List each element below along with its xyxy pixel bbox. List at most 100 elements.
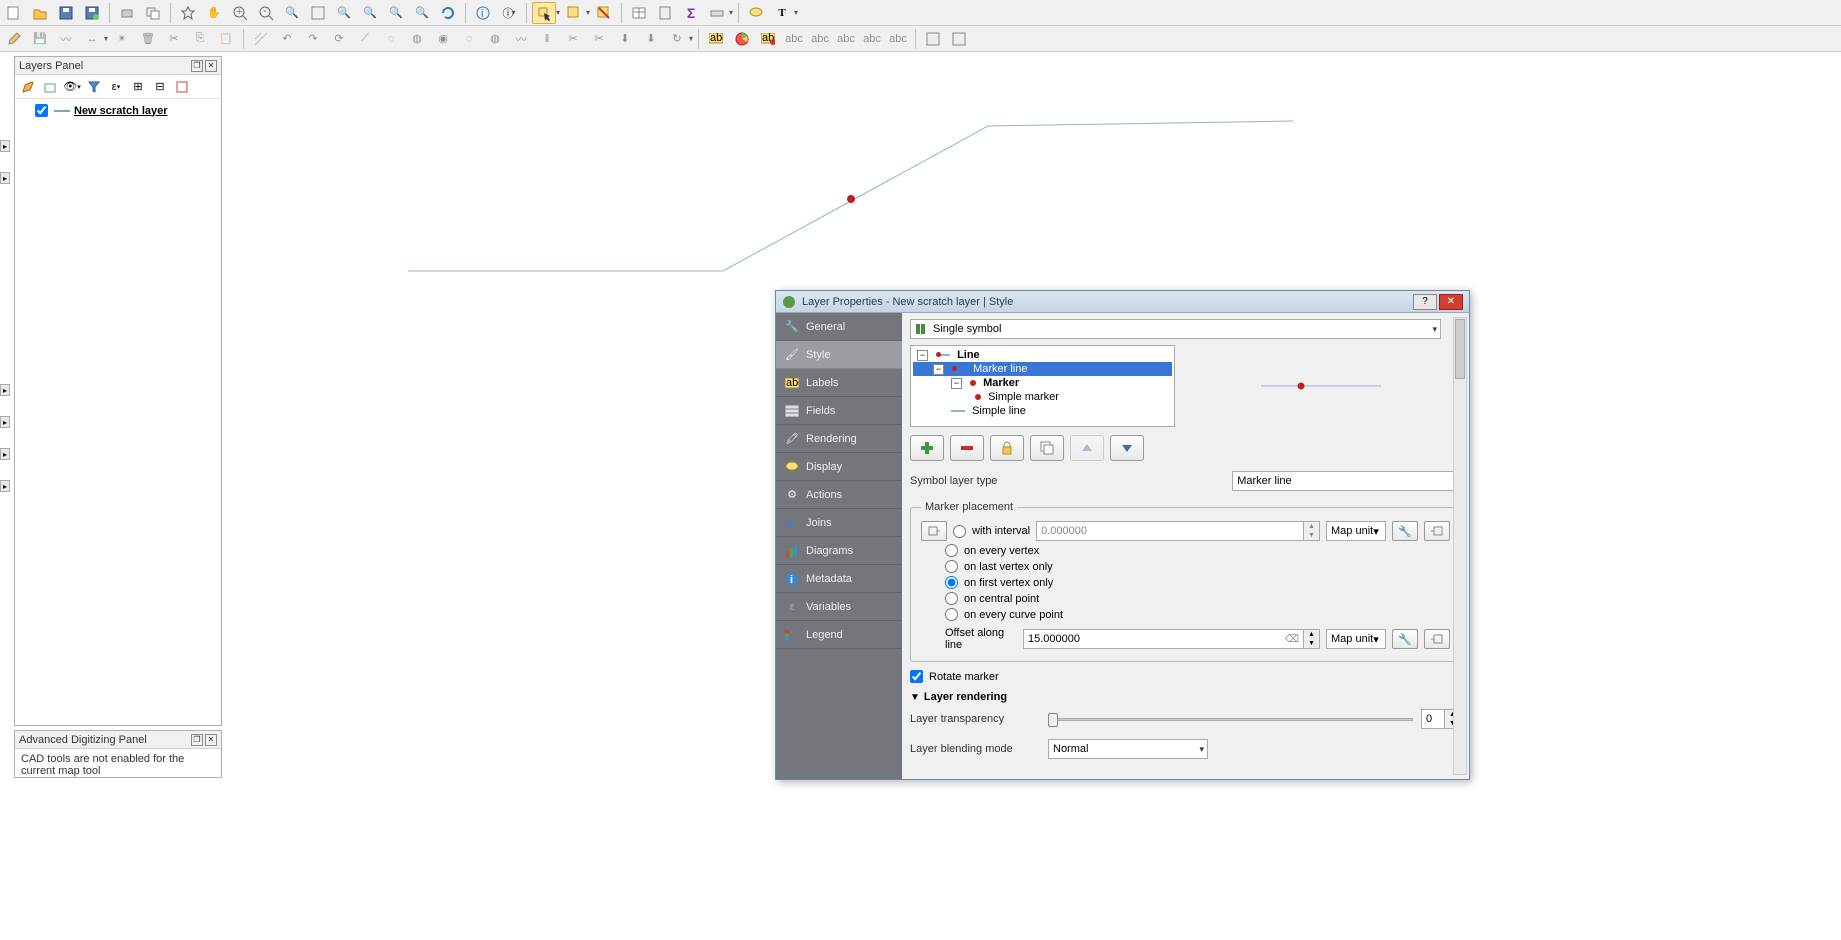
edge-tab[interactable]: ▸	[0, 172, 10, 184]
del-ring-icon[interactable]: ◌	[457, 28, 481, 50]
rotate-icon[interactable]: ⟳	[327, 28, 351, 50]
remove-symbol-layer-button[interactable]	[950, 435, 984, 461]
redo-icon[interactable]: ↷	[301, 28, 325, 50]
simplify-icon[interactable]: ⟋	[353, 28, 377, 50]
renderer-combo[interactable]: Single symbol ▾	[910, 319, 1441, 339]
nav-metadata[interactable]: iMetadata	[776, 565, 902, 593]
select-dd[interactable]: ▾	[556, 8, 560, 17]
merge-attr-icon[interactable]: ⬇	[639, 28, 663, 50]
measure-icon[interactable]	[705, 2, 729, 24]
zoom-out-icon[interactable]: -	[254, 2, 278, 24]
composer-manager-icon[interactable]	[141, 2, 165, 24]
tree-line[interactable]: − Line	[913, 348, 1172, 362]
radio-first-vertex[interactable]	[945, 576, 958, 589]
field-calc-icon[interactable]	[653, 2, 677, 24]
offset-input[interactable]: 15.000000 ▲▼ ⌫	[1023, 629, 1320, 649]
close-icon[interactable]: ✕	[205, 734, 217, 746]
data-defined-btn-right[interactable]	[1424, 521, 1450, 541]
edge-tab[interactable]: ▸	[0, 480, 10, 492]
radio-every-curve[interactable]	[945, 608, 958, 621]
edge-tab[interactable]: ▸	[0, 416, 10, 428]
collapse-icon[interactable]: ⊟	[151, 78, 169, 96]
nav-diagrams[interactable]: Diagrams	[776, 537, 902, 565]
pan-selection-icon[interactable]: ✋	[202, 2, 226, 24]
help-icon[interactable]: ?	[1413, 294, 1437, 310]
clear-icon[interactable]: ⌫	[1285, 634, 1299, 645]
move-down-button[interactable]	[1110, 435, 1144, 461]
split-parts-icon[interactable]: ✂	[587, 28, 611, 50]
add-part-icon[interactable]: ◍	[405, 28, 429, 50]
interval-input[interactable]: 0.000000 ▲▼	[1036, 521, 1320, 541]
radio-central-point[interactable]	[945, 592, 958, 605]
tree-simple-marker[interactable]: Simple marker	[913, 390, 1172, 404]
nav-labels[interactable]: abcLabels	[776, 369, 902, 397]
undock-icon[interactable]: ❐	[191, 734, 203, 746]
edge-tab[interactable]: ▸	[0, 140, 10, 152]
new-project-icon[interactable]	[2, 2, 26, 24]
transparency-slider[interactable]	[1048, 711, 1413, 727]
remove-layer-icon[interactable]	[173, 78, 191, 96]
copy-icon[interactable]: ⎘	[188, 28, 212, 50]
add-group-icon[interactable]	[41, 78, 59, 96]
delete-icon[interactable]: 🗑	[136, 28, 160, 50]
symbol-layer-type-combo[interactable]: Marker line▾	[1232, 471, 1461, 491]
undock-icon[interactable]: ❐	[191, 60, 203, 72]
split-icon[interactable]: ✂	[561, 28, 585, 50]
nav-display[interactable]: Display	[776, 453, 902, 481]
plugin1-icon[interactable]	[921, 28, 945, 50]
filter-icon[interactable]	[85, 78, 103, 96]
spin-down[interactable]: ▼	[1303, 531, 1319, 540]
statistics-icon[interactable]: Σ	[679, 2, 703, 24]
nav-rendering[interactable]: 🖍Rendering	[776, 425, 902, 453]
measure-dd[interactable]: ▾	[729, 8, 733, 17]
layer-row[interactable]: New scratch layer	[17, 103, 219, 118]
duplicate-symbol-layer-button[interactable]	[1030, 435, 1064, 461]
zoom-next-icon[interactable]: 🔍	[410, 2, 434, 24]
offset-icon[interactable]: ‖	[535, 28, 559, 50]
select-expr-icon[interactable]	[562, 2, 586, 24]
move-feature-icon[interactable]: ↔	[80, 28, 104, 50]
identify-icon[interactable]: i	[471, 2, 495, 24]
select-features-icon[interactable]	[532, 2, 556, 24]
edge-tab[interactable]: ▸	[0, 384, 10, 396]
label-pin-icon[interactable]: abc	[782, 28, 806, 50]
zoom-in-icon[interactable]: +	[228, 2, 252, 24]
cad-icon[interactable]	[249, 28, 273, 50]
zoom-last-icon[interactable]: 🔍	[384, 2, 408, 24]
data-defined-btn-left[interactable]	[921, 521, 947, 541]
spin-up[interactable]: ▲	[1303, 522, 1319, 531]
layer-style-icon[interactable]	[19, 78, 37, 96]
edge-tab[interactable]: ▸	[0, 448, 10, 460]
plugin2-icon[interactable]	[947, 28, 971, 50]
lock-symbol-layer-button[interactable]	[990, 435, 1024, 461]
symbol-layer-tree[interactable]: − Line − Marker line − Marker Simple mar…	[910, 345, 1175, 427]
offset-data-defined-button[interactable]	[1424, 629, 1450, 649]
nav-joins[interactable]: Joins	[776, 509, 902, 537]
save-icon[interactable]	[54, 2, 78, 24]
merge-icon[interactable]: ⬇	[613, 28, 637, 50]
cut-icon[interactable]: ✂	[162, 28, 186, 50]
annotation-dd[interactable]: ▾	[794, 8, 798, 17]
zoom-selection-icon[interactable]: 🔍	[332, 2, 356, 24]
deselect-icon[interactable]	[592, 2, 616, 24]
tree-marker[interactable]: − Marker	[913, 376, 1172, 390]
layer-rendering-header[interactable]: ▼Layer rendering	[910, 691, 1461, 703]
print-composer-icon[interactable]	[115, 2, 139, 24]
tree-marker-line[interactable]: − Marker line	[913, 362, 1172, 376]
zoom-layer-icon[interactable]: 🔍	[358, 2, 382, 24]
offset-unit-combo[interactable]: Map unit▾	[1326, 629, 1386, 649]
paste-icon[interactable]: 📋	[214, 28, 238, 50]
map-tips-icon[interactable]	[744, 2, 768, 24]
layer-tree[interactable]: New scratch layer	[15, 99, 221, 122]
refresh-icon[interactable]	[436, 2, 460, 24]
layer-name[interactable]: New scratch layer	[74, 105, 168, 117]
nav-actions[interactable]: ⚙Actions	[776, 481, 902, 509]
annotation-icon[interactable]: T	[770, 2, 794, 24]
label-show-icon[interactable]: abc	[808, 28, 832, 50]
radio-with-interval[interactable]	[953, 525, 966, 538]
add-symbol-layer-button[interactable]	[910, 435, 944, 461]
close-icon[interactable]: ✕	[1439, 294, 1463, 310]
label-tool-icon[interactable]: abc	[704, 28, 728, 50]
del-part-icon[interactable]: ◍	[483, 28, 507, 50]
spin-up[interactable]: ▲	[1303, 630, 1319, 639]
